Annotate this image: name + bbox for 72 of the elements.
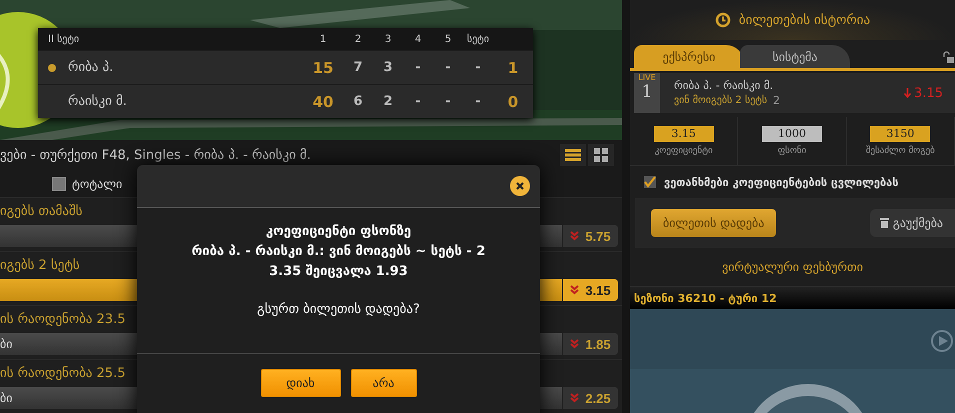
list-icon [565,149,581,162]
double-chevron-down-icon [570,393,580,403]
double-chevron-down-icon [570,339,580,349]
bet-odds: 3.15 [914,86,943,100]
checkbox-label: ვეთანხმები კოეფიციენტების ცვლილებას [664,176,899,188]
season-label: სეზონი 36210 - ტური 12 [634,292,777,304]
column-header: 5 [444,34,452,44]
column-header: II სეტი [47,34,80,44]
dialog-question: გსურთ ბილეთის დადება? [257,302,420,317]
double-chevron-down-icon [570,231,580,241]
outcome-label: ბი [0,391,12,405]
dialog-text: 3.35 შეიცვალა 1.93 [269,263,408,281]
checkbox[interactable] [644,176,656,188]
filter-label: ტოტალი [72,176,122,191]
event-title: ვები - თურქეთი F48, Singles - რიბა პ. - რაისკი მ. [0,148,311,163]
list-view-button[interactable] [560,144,586,166]
set-score: - [414,94,422,109]
set-score: 6 [352,94,364,109]
confirm-button[interactable]: დიახ [260,369,340,397]
sets-won: 1 [506,58,520,76]
grid-view-button[interactable] [588,144,614,166]
cancel-button[interactable]: გაუქმება [870,209,955,237]
lock-icon[interactable] [943,51,955,63]
set-score: - [444,60,452,75]
bet-pick: 2 [773,94,780,107]
checkmark-icon [644,176,656,188]
column-header: 2 [354,34,362,44]
dialog-text: კოეფიციენტი ფსონზე [266,223,412,241]
player-name: რიბა პ. [68,60,114,75]
set-score: 3 [382,60,394,75]
game-points: 40 [312,92,334,110]
set-score: - [474,94,482,109]
summary-label: ფსონი [778,146,806,156]
bet-number: 1 [642,82,652,102]
odds-button[interactable]: 5.75 [562,225,618,247]
odds-button[interactable]: 3.15 [562,279,618,301]
close-button[interactable] [510,176,530,196]
history-icon [714,12,731,28]
bet-match: რიბა პ. - რაისკი მ. [674,79,774,92]
odds-button[interactable]: 2.25 [562,387,618,409]
set-score: - [474,60,482,75]
summary-value: 3150 [870,126,930,142]
summary-label: შესაძლო მოგებ [866,146,935,156]
column-header: სეტი [466,34,490,44]
trash-icon [880,218,889,228]
odds-button[interactable]: 1.85 [562,333,618,355]
column-header: 3 [384,34,392,44]
checkbox[interactable] [52,176,66,191]
live-label: LIVE [638,73,656,82]
section-title: ვირტუალური ფეხბურთი [722,260,863,274]
sets-won: 0 [506,92,520,110]
game-points: 15 [312,58,334,76]
tab[interactable]: სისტემა [740,45,850,68]
bet-market: ვინ მოიგებს 2 სეტს [674,95,768,106]
summary-value: 3.15 [654,126,714,142]
history-title[interactable]: ბილეთების ისტორია [738,12,870,28]
column-header: 4 [414,34,422,44]
arrow-down-icon [904,88,912,98]
column-header: 1 [318,34,328,44]
outcome-label: ბი [0,337,12,351]
place-bet-button[interactable]: ბილეთის დადება [651,209,776,237]
decline-button[interactable]: არა [350,369,416,397]
set-score: - [414,60,422,75]
set-score: 2 [382,94,394,109]
close-icon [515,181,525,191]
double-chevron-down-icon [570,285,580,295]
stake-field[interactable]: 1000 [762,126,822,142]
player-name: რაისკი მ. [68,94,127,109]
set-score: - [444,94,452,109]
set-score: 7 [352,60,364,75]
summary-label: კოეფიციენტი [654,146,713,156]
grid-icon [594,148,608,162]
